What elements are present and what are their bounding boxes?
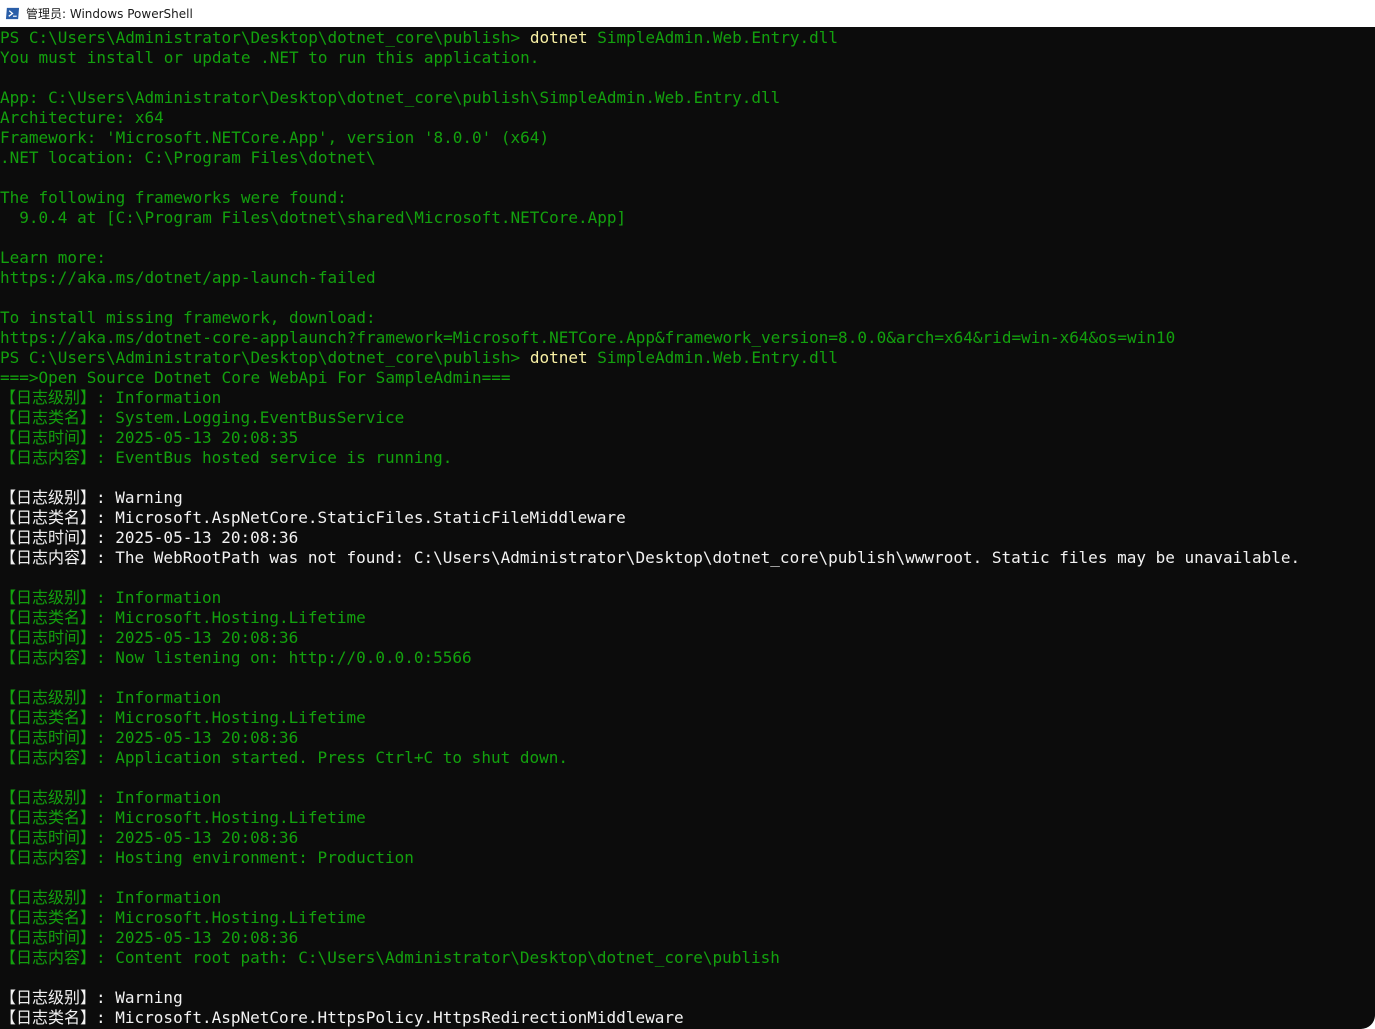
console-line: 【日志时间】: 2025-05-13 20:08:36 [0,828,1375,848]
console-line: PS C:\Users\Administrator\Desktop\dotnet… [0,28,1375,48]
console-line: 【日志内容】: The WebRootPath was not found: C… [0,548,1375,568]
powershell-window: 管理员: Windows PowerShell PS C:\Users\Admi… [0,0,1375,1029]
console-text: App: C:\Users\Administrator\Desktop\dotn… [0,88,781,107]
console-text: 【日志级别】: Information [0,688,222,707]
console-text: 【日志内容】: The WebRootPath was not found: C… [0,548,1301,567]
console-line: To install missing framework, download: [0,308,1375,328]
console-line: 【日志级别】: Information [0,888,1375,908]
console-line: 【日志内容】: Now listening on: http://0.0.0.0… [0,648,1375,668]
powershell-icon [5,7,20,20]
console-line: 【日志时间】: 2025-05-13 20:08:36 [0,928,1375,948]
console-line: App: C:\Users\Administrator\Desktop\dotn… [0,88,1375,108]
console-text: 【日志类名】: Microsoft.Hosting.Lifetime [0,708,366,727]
console-text: 【日志级别】: Information [0,588,222,607]
console-text: The following frameworks were found: [0,188,347,207]
console-text: .NET location: C:\Program Files\dotnet\ [0,148,376,167]
console-line: 【日志类名】: Microsoft.AspNetCore.HttpsPolicy… [0,1008,1375,1028]
console-line: 【日志内容】: Content root path: C:\Users\Admi… [0,948,1375,968]
console-text: You must install or update .NET to run t… [0,48,540,67]
console-line: Learn more: [0,248,1375,268]
console-line: 【日志类名】: Microsoft.AspNetCore.StaticFiles… [0,508,1375,528]
console-line: 【日志类名】: System.Logging.EventBusService [0,408,1375,428]
console-text: SimpleAdmin.Web.Entry.dll [587,348,839,367]
console-text: 【日志时间】: 2025-05-13 20:08:35 [0,428,299,447]
window-title: 管理员: Windows PowerShell [26,7,193,21]
console-line: .NET location: C:\Program Files\dotnet\ [0,148,1375,168]
console-line: 【日志时间】: 2025-05-13 20:08:35 [0,428,1375,448]
console-text: 【日志时间】: 2025-05-13 20:08:36 [0,528,299,547]
console-text: Framework: 'Microsoft.NETCore.App', vers… [0,128,550,147]
console-output[interactable]: PS C:\Users\Administrator\Desktop\dotnet… [0,28,1375,1029]
console-line: https://aka.ms/dotnet-core-applaunch?fra… [0,328,1375,348]
console-line: ===>Open Source Dotnet Core WebApi For S… [0,368,1375,388]
console-text: 【日志类名】: Microsoft.Hosting.Lifetime [0,808,366,827]
console-text: 9.0.4 at [C:\Program Files\dotnet\shared… [0,208,627,227]
console-line: PS C:\Users\Administrator\Desktop\dotnet… [0,348,1375,368]
console-text: ===>Open Source Dotnet Core WebApi For S… [0,368,511,387]
console-line: 【日志级别】: Warning [0,988,1375,1008]
console-line: 【日志级别】: Information [0,788,1375,808]
title-bar[interactable]: 管理员: Windows PowerShell [0,0,1375,27]
console-text: 【日志级别】: Information [0,388,222,407]
console-line: 【日志级别】: Warning [0,488,1375,508]
console-text: 【日志类名】: Microsoft.AspNetCore.HttpsPolicy… [0,1008,684,1027]
console-text: 【日志级别】: Information [0,788,222,807]
console-line: Architecture: x64 [0,108,1375,128]
console-text: 【日志时间】: 2025-05-13 20:08:36 [0,628,299,647]
console-line: 【日志时间】: 2025-05-13 20:08:36 [0,628,1375,648]
console-text: 【日志级别】: Information [0,888,222,907]
console-line: 【日志时间】: 2025-05-13 20:08:36 [0,528,1375,548]
console-line: 【日志级别】: Information [0,388,1375,408]
console-line: https://aka.ms/dotnet/app-launch-failed [0,268,1375,288]
console-line: 【日志类名】: Microsoft.Hosting.Lifetime [0,808,1375,828]
console-text: 【日志类名】: Microsoft.Hosting.Lifetime [0,908,366,927]
console-text: 【日志内容】: Now listening on: http://0.0.0.0… [0,648,472,667]
console-text: 【日志类名】: Microsoft.AspNetCore.StaticFiles… [0,508,626,527]
console-text: 【日志内容】: Content root path: C:\Users\Admi… [0,948,780,967]
console-text: To install missing framework, download: [0,308,376,327]
console-text: 【日志类名】: System.Logging.EventBusService [0,408,405,427]
console-line: 【日志内容】: Hosting environment: Production [0,848,1375,868]
console-text: https://aka.ms/dotnet-core-applaunch?fra… [0,328,1176,347]
command-keyword: dotnet [529,348,588,367]
console-line: 【日志类名】: Microsoft.Hosting.Lifetime [0,908,1375,928]
console-text: PS C:\Users\Administrator\Desktop\dotnet… [0,28,530,47]
console-line: Framework: 'Microsoft.NETCore.App', vers… [0,128,1375,148]
console-line: You must install or update .NET to run t… [0,48,1375,68]
console-text: 【日志时间】: 2025-05-13 20:08:36 [0,928,299,947]
console-text: Architecture: x64 [0,108,164,127]
console-text: 【日志级别】: Warning [0,988,183,1007]
command-keyword: dotnet [529,28,588,47]
console-text: PS C:\Users\Administrator\Desktop\dotnet… [0,348,530,367]
console-text: 【日志级别】: Warning [0,488,183,507]
console-text: Learn more: [0,248,106,267]
console-text: 【日志时间】: 2025-05-13 20:08:36 [0,728,299,747]
console-text: 【日志类名】: Microsoft.Hosting.Lifetime [0,608,366,627]
console-text: https://aka.ms/dotnet/app-launch-failed [0,268,376,287]
console-line: 【日志类名】: Microsoft.Hosting.Lifetime [0,708,1375,728]
console-text: 【日志内容】: EventBus hosted service is runni… [0,448,453,467]
console-text: SimpleAdmin.Web.Entry.dll [587,28,839,47]
console-line: 【日志内容】: Application started. Press Ctrl+… [0,748,1375,768]
console-text: 【日志内容】: Hosting environment: Production [0,848,414,867]
console-text: 【日志时间】: 2025-05-13 20:08:36 [0,828,299,847]
console-line: 【日志内容】: EventBus hosted service is runni… [0,448,1375,468]
console-line: 【日志类名】: Microsoft.Hosting.Lifetime [0,608,1375,628]
console-line: 9.0.4 at [C:\Program Files\dotnet\shared… [0,208,1375,228]
console-line: 【日志级别】: Information [0,588,1375,608]
console-line: 【日志级别】: Information [0,688,1375,708]
console-line: The following frameworks were found: [0,188,1375,208]
console-line: 【日志时间】: 2025-05-13 20:08:36 [0,728,1375,748]
console-text: 【日志内容】: Application started. Press Ctrl+… [0,748,569,767]
